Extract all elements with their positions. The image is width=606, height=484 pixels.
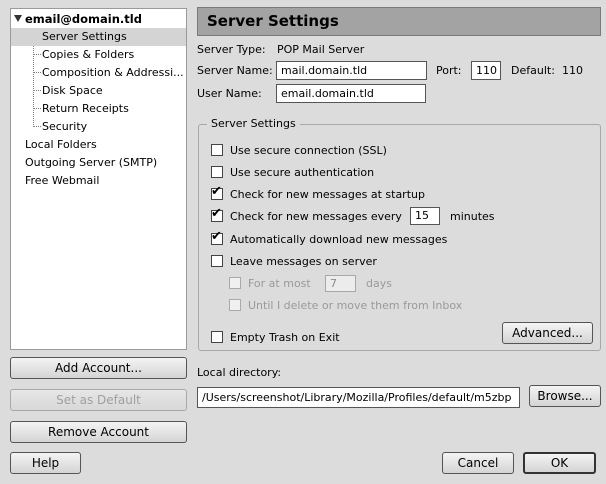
- expand-triangle-icon[interactable]: [14, 15, 22, 22]
- tree-item-label: Copies & Folders: [42, 48, 135, 61]
- cancel-button[interactable]: Cancel: [442, 452, 514, 474]
- tree-item-label: Outgoing Server (SMTP): [25, 156, 158, 169]
- browse-button[interactable]: Browse...: [529, 385, 601, 407]
- for-at-most-label: For at most: [248, 277, 311, 290]
- for-at-most-checkbox[interactable]: [229, 277, 241, 289]
- add-account-button[interactable]: Add Account...: [10, 357, 187, 379]
- ssl-label: Use secure connection (SSL): [230, 144, 387, 157]
- tree-item-outgoing-server[interactable]: Outgoing Server (SMTP): [11, 154, 186, 172]
- server-name-field[interactable]: mail.domain.tld: [276, 61, 427, 80]
- tree-item-disk-space[interactable]: Disk Space: [11, 82, 186, 100]
- user-name-field[interactable]: email.domain.tld: [276, 84, 426, 103]
- tree-item-label: Return Receipts: [42, 102, 129, 115]
- default-port-label: Default:: [511, 64, 555, 77]
- tree-item-account[interactable]: email@domain.tld: [11, 10, 186, 28]
- empty-trash-checkbox[interactable]: [211, 331, 223, 343]
- server-name-label: Server Name:: [197, 64, 273, 77]
- local-directory-field[interactable]: /Users/screenshot/Library/Mozilla/Profil…: [197, 387, 520, 408]
- local-directory-label: Local directory:: [197, 366, 282, 379]
- leave-on-server-label: Leave messages on server: [230, 255, 377, 268]
- remove-account-button[interactable]: Remove Account: [10, 421, 187, 443]
- auto-download-label: Automatically download new messages: [230, 233, 448, 246]
- set-as-default-button[interactable]: Set as Default: [10, 389, 187, 411]
- default-port-value: 110: [562, 64, 583, 77]
- port-label: Port:: [436, 64, 462, 77]
- auto-download-checkbox[interactable]: ✔: [211, 229, 223, 245]
- tree-item-label: Disk Space: [42, 84, 103, 97]
- secure-auth-label: Use secure authentication: [230, 166, 375, 179]
- check-every-checkbox[interactable]: ✔: [211, 206, 223, 222]
- tree-item-security[interactable]: Security: [11, 118, 186, 136]
- account-name: email@domain.tld: [25, 12, 142, 26]
- minutes-label: minutes: [450, 210, 495, 223]
- ssl-checkbox[interactable]: [211, 144, 223, 156]
- until-delete-checkbox[interactable]: [229, 299, 241, 311]
- check-interval-field[interactable]: 15: [410, 207, 440, 225]
- until-delete-label: Until I delete or move them from Inbox: [248, 299, 463, 312]
- tree-item-label: Local Folders: [25, 138, 97, 151]
- tree-item-composition[interactable]: Composition & Addressi...: [11, 64, 186, 82]
- leave-on-server-checkbox[interactable]: [211, 255, 223, 267]
- tree-item-local-folders[interactable]: Local Folders: [11, 136, 186, 154]
- check-startup-label: Check for new messages at startup: [230, 188, 425, 201]
- page-title: Server Settings: [197, 7, 601, 36]
- check-startup-checkbox[interactable]: ✔: [211, 184, 223, 200]
- ok-button[interactable]: OK: [523, 452, 596, 474]
- days-field[interactable]: 7: [325, 275, 356, 292]
- empty-trash-label: Empty Trash on Exit: [230, 331, 340, 344]
- checkmark-icon: ✔: [211, 184, 222, 199]
- server-type-label: Server Type:: [197, 43, 266, 56]
- account-tree[interactable]: email@domain.tld Server Settings Copies …: [10, 8, 187, 350]
- checkmark-icon: ✔: [211, 206, 222, 221]
- advanced-button[interactable]: Advanced...: [502, 322, 593, 344]
- tree-item-label: Composition & Addressi...: [42, 66, 184, 79]
- user-name-label: User Name:: [197, 87, 262, 100]
- tree-item-copies-folders[interactable]: Copies & Folders: [11, 46, 186, 64]
- tree-item-free-webmail[interactable]: Free Webmail: [11, 172, 186, 190]
- group-legend: Server Settings: [207, 117, 300, 131]
- tree-item-label: Free Webmail: [25, 174, 100, 187]
- tree-item-server-settings[interactable]: Server Settings: [11, 28, 186, 46]
- tree-item-return-receipts[interactable]: Return Receipts: [11, 100, 186, 118]
- secure-auth-checkbox[interactable]: [211, 166, 223, 178]
- checkmark-icon: ✔: [211, 229, 222, 244]
- help-button[interactable]: Help: [10, 452, 81, 474]
- days-label: days: [366, 277, 392, 290]
- tree-item-label: Security: [42, 120, 88, 133]
- port-field[interactable]: 110: [471, 61, 501, 80]
- check-every-label: Check for new messages every: [230, 210, 402, 223]
- tree-item-label: Server Settings: [42, 30, 127, 43]
- server-type-value: POP Mail Server: [277, 43, 365, 56]
